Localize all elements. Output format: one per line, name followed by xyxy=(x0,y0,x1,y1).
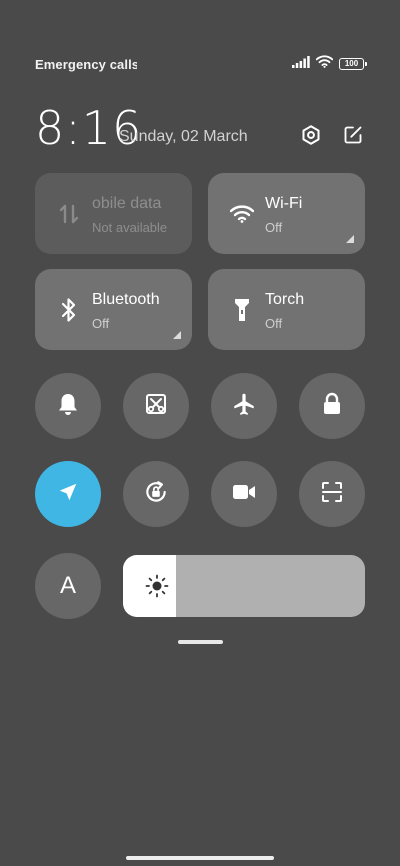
panel-drag-handle[interactable] xyxy=(178,640,223,644)
toggle-location[interactable] xyxy=(35,461,101,527)
auto-brightness-button[interactable]: A xyxy=(35,553,101,619)
lock-icon xyxy=(321,392,343,421)
location-icon xyxy=(57,481,79,508)
toggle-rotation-lock[interactable] xyxy=(123,461,189,527)
tile-torch[interactable]: Torch Off xyxy=(208,269,365,350)
tile-subtitle: Off xyxy=(265,220,283,235)
tile-subtitle: Off xyxy=(265,316,283,331)
auto-brightness-label: A xyxy=(59,572,76,599)
status-bar: Emergency calls o 100 xyxy=(35,55,367,73)
toggle-airplane[interactable] xyxy=(211,373,277,439)
toggle-lock[interactable] xyxy=(299,373,365,439)
tile-title: obile data xyxy=(92,195,162,212)
battery-level: 100 xyxy=(344,59,359,68)
toggle-screen-recorder[interactable] xyxy=(211,461,277,527)
wifi-icon xyxy=(315,55,334,73)
tile-subtitle: Off xyxy=(92,316,110,331)
bluetooth-icon xyxy=(57,296,81,324)
bell-icon xyxy=(57,392,79,421)
toggle-scanner[interactable] xyxy=(299,461,365,527)
settings-icon[interactable] xyxy=(300,124,322,146)
tile-title: Bluetooth xyxy=(92,291,160,308)
toggle-screenshot[interactable] xyxy=(123,373,189,439)
tile-title: Wi-Fi xyxy=(265,195,303,212)
tile-title: Torch xyxy=(265,291,305,308)
brightness-slider[interactable] xyxy=(123,555,365,617)
gesture-nav-bar[interactable] xyxy=(126,856,274,860)
torch-icon xyxy=(230,296,254,324)
expand-corner-icon[interactable] xyxy=(173,331,181,339)
quick-settings-header: 8:16 Sunday, 02 March xyxy=(35,102,364,154)
toggle-silent[interactable] xyxy=(35,373,101,439)
tile-wifi[interactable]: Wi-Fi Off xyxy=(208,173,365,254)
carrier-text: Emergency calls o xyxy=(35,56,137,72)
signal-icon xyxy=(292,55,310,73)
airplane-icon xyxy=(231,391,257,422)
screen-record-icon xyxy=(231,482,257,507)
status-icons: 100 xyxy=(292,55,367,73)
edit-icon[interactable] xyxy=(342,124,364,146)
scanner-icon xyxy=(320,480,344,509)
rotation-lock-icon xyxy=(143,479,169,510)
tile-mobile-data[interactable]: obile data Not available xyxy=(35,173,192,254)
mobile-data-icon xyxy=(57,200,81,228)
brightness-icon xyxy=(145,574,169,598)
expand-corner-icon[interactable] xyxy=(346,235,354,243)
wifi-icon xyxy=(230,200,254,228)
date: Sunday, 02 March xyxy=(119,128,248,145)
screenshot-icon xyxy=(144,392,168,421)
battery-icon: 100 xyxy=(339,58,367,70)
tile-bluetooth[interactable]: Bluetooth Off xyxy=(35,269,192,350)
tile-subtitle: Not available xyxy=(92,220,168,235)
